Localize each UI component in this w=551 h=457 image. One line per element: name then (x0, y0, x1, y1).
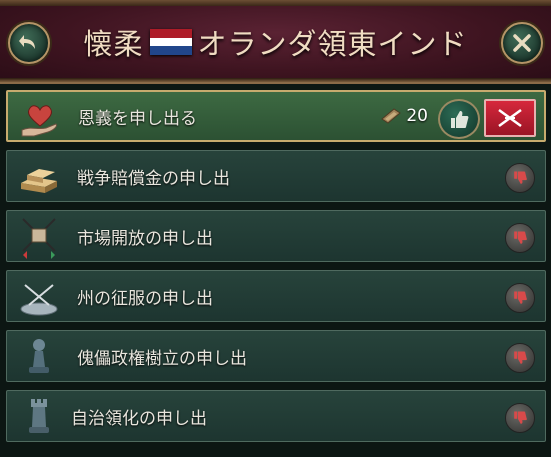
close-icon (513, 34, 531, 52)
pawn-icon (29, 339, 49, 373)
disapprove-indicator (505, 343, 535, 373)
rook-icon (29, 399, 49, 433)
option-conquer-state[interactable]: 州の征服の申し出 (6, 270, 546, 322)
option-label: 戦争賠償金の申し出 (77, 168, 230, 189)
option-label: 州の征服の申し出 (77, 288, 213, 309)
option-offer-favor[interactable]: 恩義を申し出る 20 (6, 90, 546, 142)
thumbs-down-icon (514, 171, 527, 184)
option-label: 自治領化の申し出 (71, 408, 207, 429)
favor-cost: 20 (380, 92, 428, 140)
thumbs-down-icon (514, 231, 527, 244)
close-button[interactable] (501, 22, 543, 64)
country-name: オランダ領東インド (197, 27, 468, 61)
disapprove-indicator (505, 403, 535, 433)
option-label: 恩義を申し出る (78, 108, 197, 129)
gold-bars-icon (21, 169, 57, 193)
option-war-reparations[interactable]: 戦争賠償金の申し出 (6, 150, 546, 202)
crossed-swords-reject-icon (498, 108, 522, 128)
approve-button[interactable] (438, 99, 480, 139)
crossed-swords-icon (20, 284, 58, 316)
title-prefix: 懐柔 (83, 27, 144, 61)
heart-hand-icon (21, 105, 57, 137)
thumbs-down-icon (514, 411, 527, 424)
option-open-markets[interactable]: 市場開放の申し出 (6, 210, 546, 262)
thumbs-down-icon (514, 351, 527, 364)
option-label: 市場開放の申し出 (77, 228, 213, 249)
favor-cost-value: 20 (406, 106, 428, 126)
option-dominion[interactable]: 自治領化の申し出 (6, 390, 546, 442)
disapprove-indicator (505, 163, 535, 193)
favor-token-icon (381, 108, 402, 124)
reject-button[interactable] (484, 99, 536, 137)
thumbs-up-icon (451, 111, 469, 128)
disapprove-indicator (505, 283, 535, 313)
dialog-header: 懐柔 オランダ領東インド (0, 0, 551, 84)
thumbs-down-icon (514, 291, 527, 304)
option-puppet-government[interactable]: 傀儡政権樹立の申し出 (6, 330, 546, 382)
trade-crate-icon (22, 218, 56, 259)
disapprove-indicator (505, 223, 535, 253)
netherlands-flag (149, 29, 192, 56)
dialog-title: 懐柔 オランダ領東インド (0, 22, 551, 62)
option-label: 傀儡政権樹立の申し出 (77, 348, 247, 369)
